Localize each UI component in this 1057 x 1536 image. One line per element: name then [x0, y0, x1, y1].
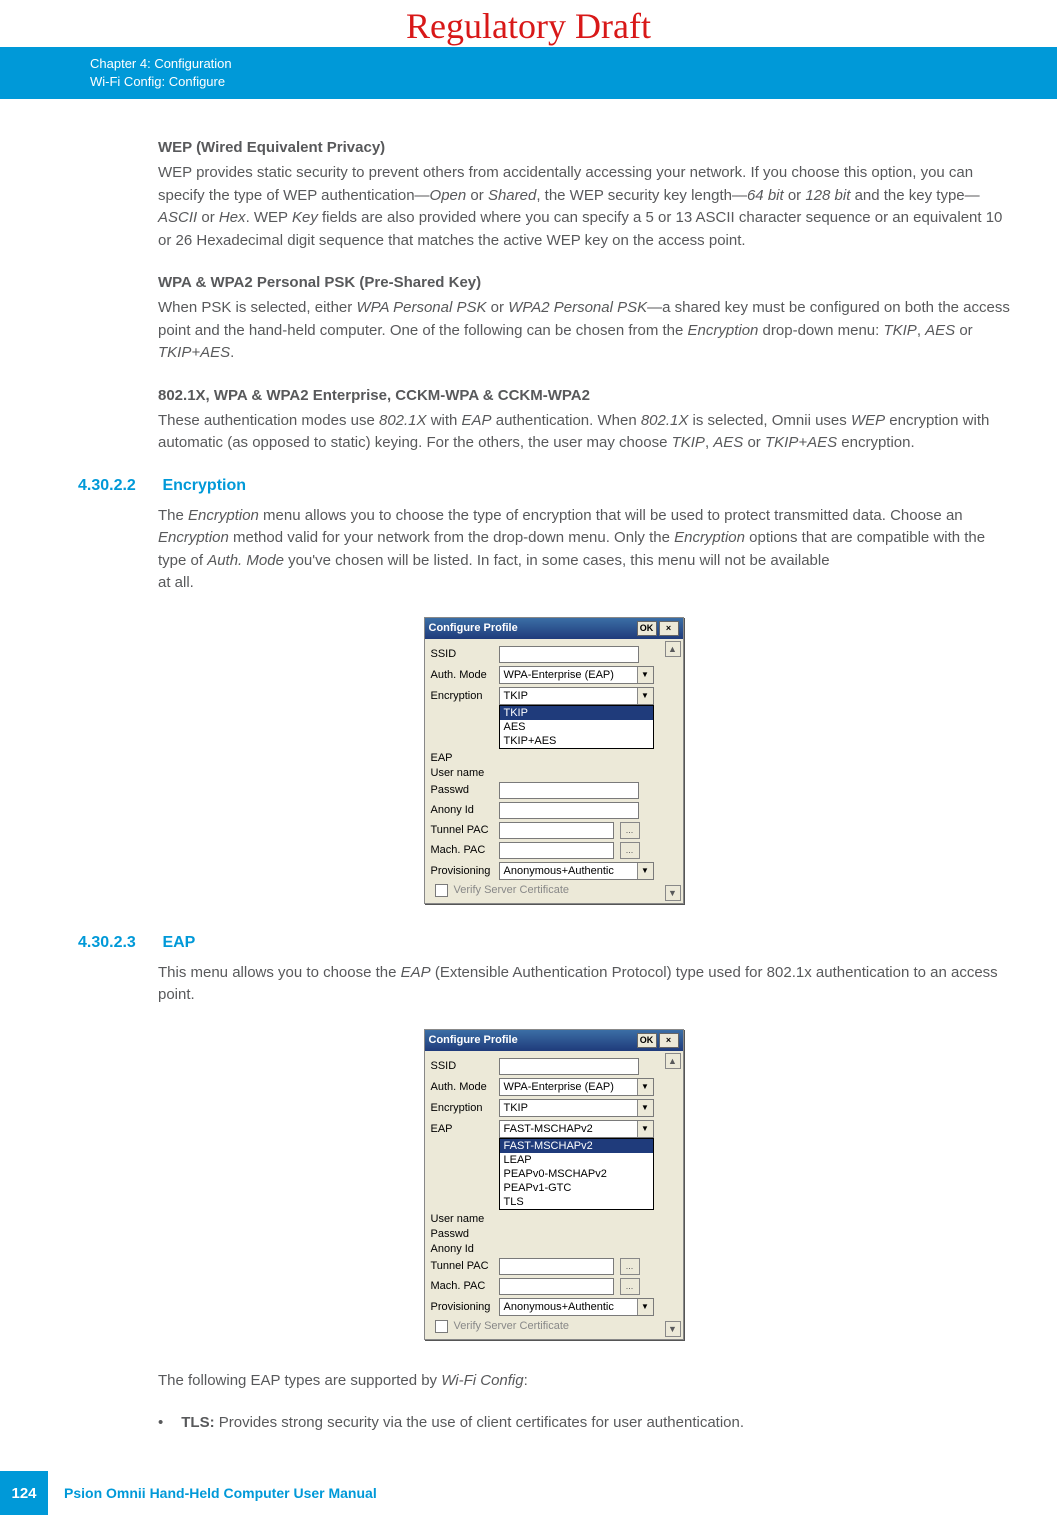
- anony-label: Anony Id: [431, 1243, 493, 1255]
- option-peapv1[interactable]: PEAPv1-GTC: [500, 1181, 653, 1195]
- option-tkip[interactable]: TKIP: [500, 706, 653, 720]
- option-fast-mschapv2[interactable]: FAST-MSCHAPv2: [500, 1139, 653, 1153]
- option-aes[interactable]: AES: [500, 720, 653, 734]
- tunnel-pac-input[interactable]: [499, 1258, 614, 1275]
- ssid-input[interactable]: [499, 646, 639, 663]
- ssid-input[interactable]: [499, 1058, 639, 1075]
- tunnel-pac-input[interactable]: [499, 822, 614, 839]
- chevron-down-icon: ▼: [637, 863, 653, 879]
- encryption-dropdown-list[interactable]: TKIP AES TKIP+AES: [499, 705, 654, 749]
- tunnel-pac-browse-button[interactable]: ...: [620, 822, 640, 839]
- section-label: Wi-Fi Config: Configure: [90, 73, 1057, 91]
- passwd-label: Passwd: [431, 1228, 493, 1240]
- tunnel-pac-label: Tunnel PAC: [431, 824, 493, 836]
- anony-label: Anony Id: [431, 804, 493, 816]
- auth-label: Auth. Mode: [431, 1081, 493, 1093]
- mach-pac-input[interactable]: [499, 1278, 614, 1295]
- chevron-down-icon: ▼: [637, 1100, 653, 1116]
- chapter-label: Chapter 4: Configuration: [90, 55, 1057, 73]
- verify-cert-label: Verify Server Certificate: [454, 884, 570, 896]
- auth-mode-combo[interactable]: WPA-Enterprise (EAP)▼: [499, 666, 654, 684]
- passwd-label: Passwd: [431, 784, 493, 796]
- username-label: User name: [431, 1213, 493, 1225]
- ok-button[interactable]: OK: [637, 621, 657, 636]
- encryption-label: Encryption: [431, 690, 493, 702]
- scroll-up-icon[interactable]: ▲: [665, 641, 681, 657]
- ssid-label: SSID: [431, 1060, 493, 1072]
- encryption-label: Encryption: [431, 1102, 493, 1114]
- tunnel-pac-label: Tunnel PAC: [431, 1260, 493, 1272]
- verify-cert-label: Verify Server Certificate: [454, 1320, 570, 1332]
- scroll-up-icon[interactable]: ▲: [665, 1053, 681, 1069]
- passwd-input[interactable]: [499, 782, 639, 799]
- provisioning-label: Provisioning: [431, 865, 493, 877]
- section-title-eap: EAP: [162, 934, 195, 951]
- verify-cert-checkbox[interactable]: [435, 884, 448, 897]
- eap-label: EAP: [431, 1123, 493, 1135]
- page-footer: 124 Psion Omnii Hand-Held Computer User …: [0, 1471, 1057, 1515]
- eap-paragraph: This menu allows you to choose the EAP (…: [158, 962, 1017, 1007]
- chevron-down-icon: ▼: [637, 1299, 653, 1315]
- provisioning-label: Provisioning: [431, 1301, 493, 1313]
- chevron-down-icon: ▼: [637, 1121, 653, 1137]
- mach-pac-input[interactable]: [499, 842, 614, 859]
- ssid-label: SSID: [431, 648, 493, 660]
- bullet-icon: •: [158, 1414, 163, 1431]
- chevron-down-icon: ▼: [637, 1079, 653, 1095]
- header-band: Chapter 4: Configuration Wi-Fi Config: C…: [0, 47, 1057, 99]
- configure-profile-dialog-encryption: Configure Profile OK × ▲ SSID Auth. Mode…: [424, 617, 684, 904]
- encryption-combo[interactable]: TKIP▼: [499, 1099, 654, 1117]
- provisioning-combo[interactable]: Anonymous+Authentic▼: [499, 862, 654, 880]
- provisioning-combo[interactable]: Anonymous+Authentic▼: [499, 1298, 654, 1316]
- scroll-down-icon[interactable]: ▼: [665, 885, 681, 901]
- eap-label: EAP: [431, 752, 493, 764]
- option-peapv0[interactable]: PEAPv0-MSCHAPv2: [500, 1167, 653, 1181]
- option-tls[interactable]: TLS: [500, 1195, 653, 1209]
- chevron-down-icon: ▼: [637, 667, 653, 683]
- watermark-text: Regulatory Draft: [0, 0, 1057, 47]
- encryption-combo[interactable]: TKIP▼: [499, 687, 654, 705]
- verify-cert-checkbox[interactable]: [435, 1320, 448, 1333]
- dialog-title: Configure Profile: [429, 622, 518, 634]
- eap-combo[interactable]: FAST-MSCHAPv2▼: [499, 1120, 654, 1138]
- close-button[interactable]: ×: [659, 1033, 679, 1048]
- encryption-paragraph: The Encryption menu allows you to choose…: [158, 505, 1017, 595]
- option-leap[interactable]: LEAP: [500, 1153, 653, 1167]
- mach-pac-browse-button[interactable]: ...: [620, 1278, 640, 1295]
- dialog-title: Configure Profile: [429, 1034, 518, 1046]
- mach-pac-label: Mach. PAC: [431, 1280, 493, 1292]
- section-number-encryption: 4.30.2.2: [78, 477, 158, 495]
- bullet-tls: • TLS: Provides strong security via the …: [158, 1414, 1017, 1431]
- mach-pac-browse-button[interactable]: ...: [620, 842, 640, 859]
- close-button[interactable]: ×: [659, 621, 679, 636]
- auth-mode-combo[interactable]: WPA-Enterprise (EAP)▼: [499, 1078, 654, 1096]
- enterprise-title: 802.1X, WPA & WPA2 Enterprise, CCKM-WPA …: [158, 387, 1017, 404]
- scroll-down-icon[interactable]: ▼: [665, 1321, 681, 1337]
- wpa-psk-paragraph: When PSK is selected, either WPA Persona…: [158, 297, 1017, 365]
- auth-label: Auth. Mode: [431, 669, 493, 681]
- wep-paragraph: WEP provides static security to prevent …: [158, 162, 1017, 252]
- configure-profile-dialog-eap: Configure Profile OK × ▲ SSID Auth. Mode…: [424, 1029, 684, 1340]
- eap-supported-paragraph: The following EAP types are supported by…: [158, 1370, 1017, 1393]
- mach-pac-label: Mach. PAC: [431, 844, 493, 856]
- username-label: User name: [431, 767, 493, 779]
- section-number-eap: 4.30.2.3: [78, 934, 158, 952]
- tunnel-pac-browse-button[interactable]: ...: [620, 1258, 640, 1275]
- anony-input[interactable]: [499, 802, 639, 819]
- ok-button[interactable]: OK: [637, 1033, 657, 1048]
- section-title-encryption: Encryption: [162, 477, 246, 494]
- footer-text: Psion Omnii Hand-Held Computer User Manu…: [48, 1471, 377, 1515]
- wep-title: WEP (Wired Equivalent Privacy): [158, 139, 1017, 156]
- wpa-psk-title: WPA & WPA2 Personal PSK (Pre-Shared Key): [158, 274, 1017, 291]
- chevron-down-icon: ▼: [637, 688, 653, 704]
- page-number: 124: [0, 1471, 48, 1515]
- eap-dropdown-list[interactable]: FAST-MSCHAPv2 LEAP PEAPv0-MSCHAPv2 PEAPv…: [499, 1138, 654, 1210]
- option-tkip-aes[interactable]: TKIP+AES: [500, 734, 653, 748]
- enterprise-paragraph: These authentication modes use 802.1X wi…: [158, 410, 1017, 455]
